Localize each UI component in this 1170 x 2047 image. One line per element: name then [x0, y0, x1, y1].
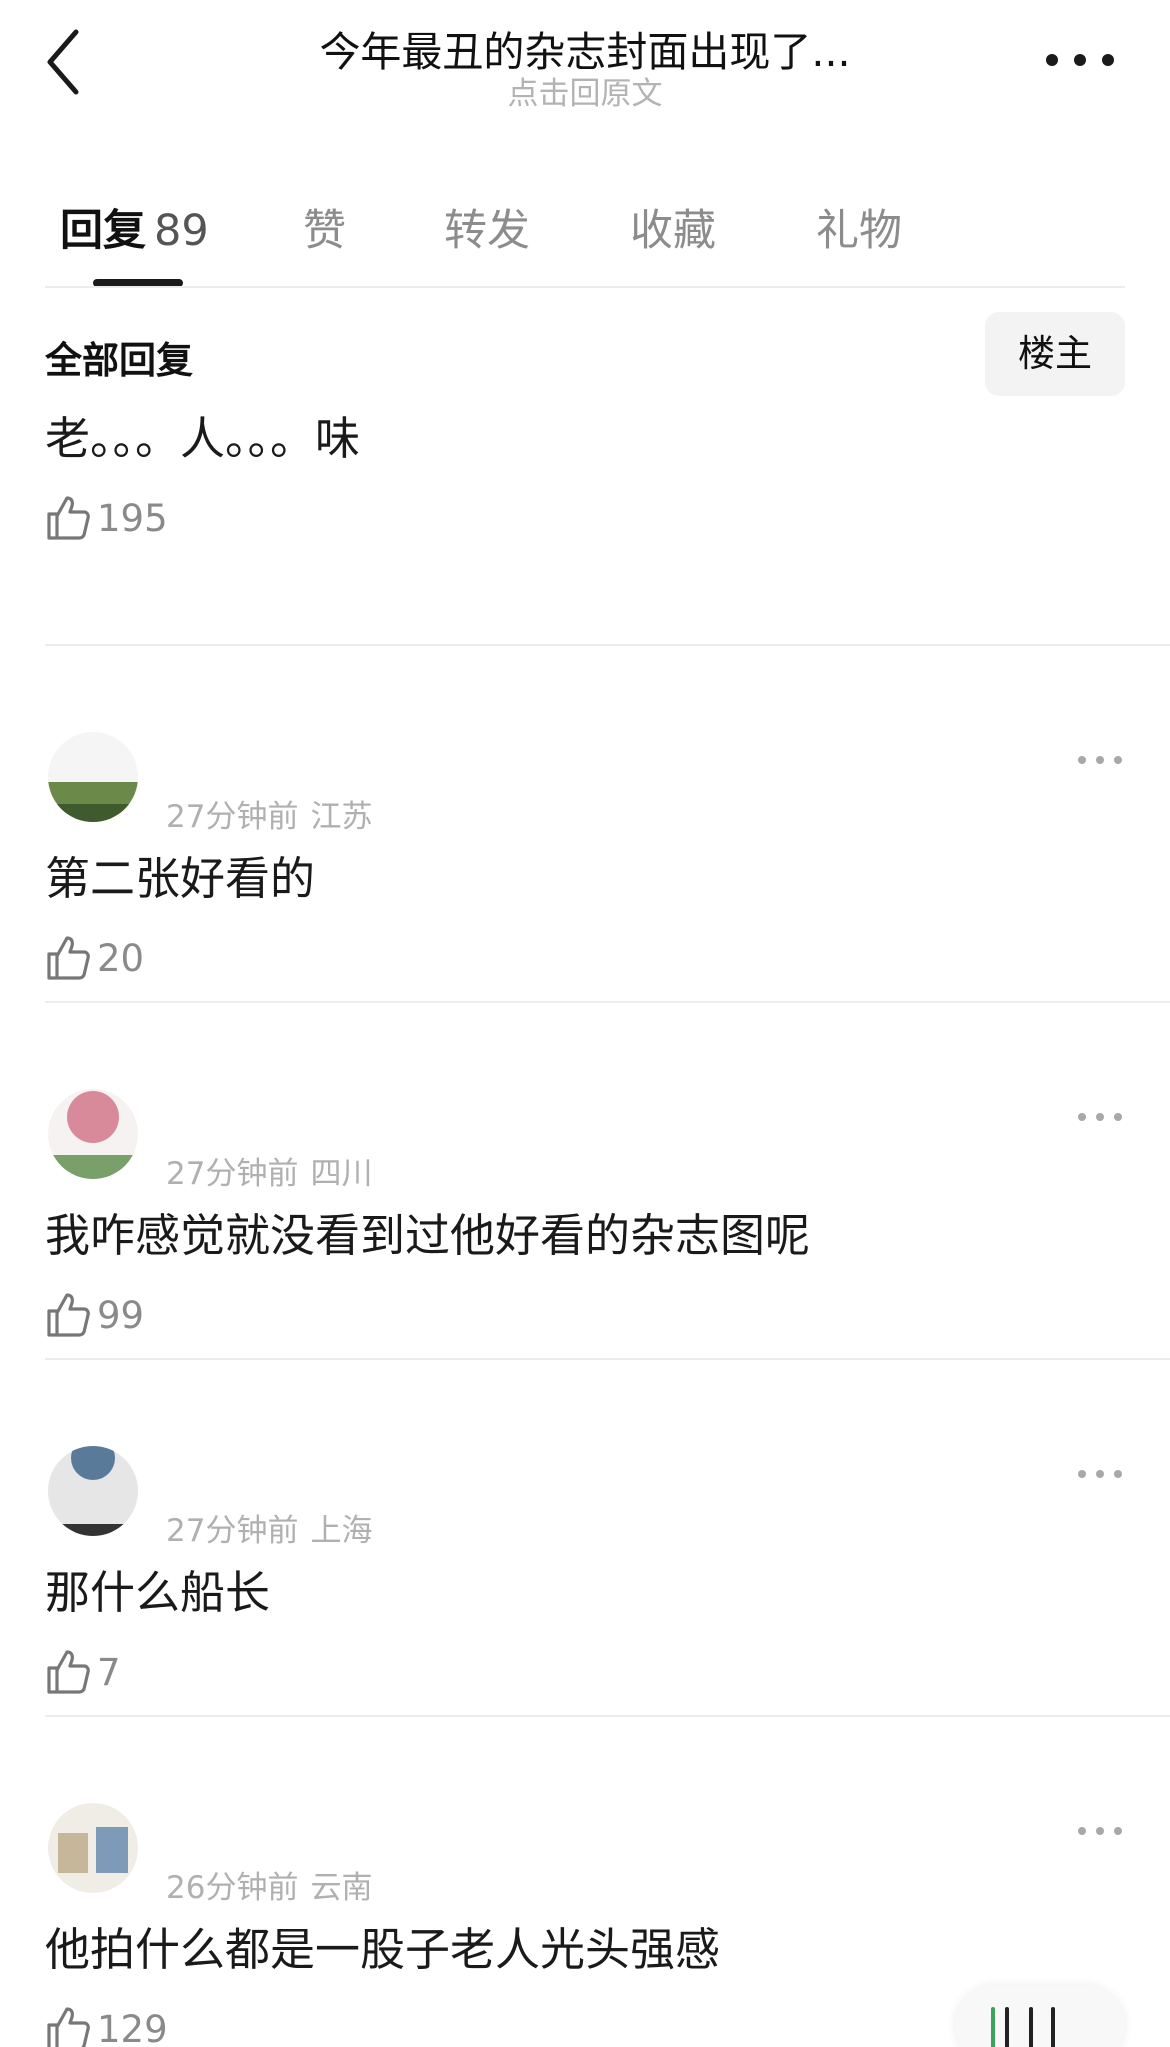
all-replies-heading: 全部回复	[45, 339, 193, 382]
tabs-divider	[45, 286, 1125, 288]
comment-location: 云南	[310, 1870, 373, 1906]
comment-list: 老。。。人。。。味 195 27分钟前 江苏 第二张好看的 20 27分钟前 四…	[0, 410, 1170, 2047]
tab-reposts[interactable]: 转发	[444, 196, 530, 258]
comment-text: 他拍什么都是一股子老人光头强感	[45, 1923, 721, 1976]
thumbs-up-icon	[47, 1650, 90, 1694]
like-count: 20	[97, 936, 145, 980]
avatar[interactable]	[48, 1089, 138, 1179]
back-button[interactable]	[40, 26, 92, 98]
comment-time: 27分钟前	[166, 1156, 299, 1192]
comment-more-button[interactable]	[1076, 1819, 1124, 1843]
comment-meta: 27分钟前 四川	[166, 1148, 372, 1193]
avatar[interactable]	[48, 1803, 138, 1893]
comment-location: 江苏	[310, 799, 373, 835]
avatar-image	[48, 1803, 138, 1893]
comment-divider	[45, 1001, 1170, 1003]
comment-item: 27分钟前 上海 那什么船长 7	[0, 1358, 1170, 1714]
tab-likes[interactable]: 赞	[303, 196, 346, 258]
thumbs-up-icon	[47, 1293, 90, 1337]
comment-meta: 26分钟前 云南	[166, 1862, 372, 1907]
comment-text: 我咋感觉就没看到过他好看的杂志图呢	[45, 1209, 811, 1262]
reply-page: 今年最丑的杂志封面出现了... 点击回原文 回复 89 赞 转发 收藏 礼物 全部…	[0, 0, 1170, 2047]
like-count: 7	[97, 1650, 121, 1694]
like-count: 195	[97, 496, 168, 540]
tab-replies[interactable]: 回复 89	[60, 196, 209, 258]
comment-location: 上海	[310, 1513, 373, 1549]
thumbs-up-icon	[47, 936, 90, 980]
comment-location: 四川	[310, 1156, 373, 1192]
comment-text: 那什么船长	[45, 1566, 271, 1619]
comment-time: 27分钟前	[166, 1513, 299, 1549]
fab-bar	[1051, 2007, 1055, 2047]
like-count: 129	[97, 2007, 168, 2047]
like-button[interactable]: 195	[45, 490, 168, 546]
more-button[interactable]	[1040, 40, 1120, 80]
like-button[interactable]: 129	[45, 2001, 168, 2047]
tab-bar: 回复 89 赞 转发 收藏 礼物	[0, 180, 1170, 290]
comment-text: 老。。。人。。。味	[45, 412, 361, 465]
back-to-original-link[interactable]: 点击回原文	[150, 68, 1020, 113]
avatar-image	[48, 732, 138, 822]
comment-more-button[interactable]	[1076, 748, 1124, 772]
thumbs-up-icon	[47, 496, 90, 540]
avatar[interactable]	[48, 1446, 138, 1536]
chevron-left-icon	[47, 29, 79, 95]
comment-item: 27分钟前 江苏 第二张好看的 20	[0, 644, 1170, 1000]
comment-divider	[45, 644, 1170, 646]
thumbs-up-icon	[47, 2007, 90, 2047]
op-only-filter-button[interactable]: 楼主	[985, 312, 1125, 396]
comment-divider	[45, 1358, 1170, 1360]
avatar[interactable]	[48, 732, 138, 822]
comment-meta: 27分钟前 上海	[166, 1505, 372, 1550]
comment-more-button[interactable]	[1076, 1462, 1124, 1486]
more-horizontal-icon	[1078, 1113, 1122, 1121]
comment-divider	[45, 1715, 1170, 1717]
fab-bar	[1029, 2007, 1033, 2047]
comment-time: 26分钟前	[166, 1870, 299, 1906]
tab-gifts[interactable]: 礼物	[816, 196, 902, 258]
fab-bar	[1005, 2007, 1009, 2047]
avatar-image	[48, 1089, 138, 1179]
comment-item: 老。。。人。。。味 195	[0, 410, 1170, 560]
more-horizontal-icon	[1078, 756, 1122, 764]
more-horizontal-icon	[1078, 1470, 1122, 1478]
like-button[interactable]: 7	[45, 1644, 121, 1700]
like-count: 99	[97, 1293, 145, 1337]
top-bar: 今年最丑的杂志封面出现了... 点击回原文	[0, 0, 1170, 120]
floating-reply-button[interactable]	[955, 1985, 1125, 2047]
more-horizontal-icon	[1078, 1827, 1122, 1835]
comment-text: 第二张好看的	[45, 852, 316, 905]
fab-bar	[991, 2007, 995, 2047]
more-horizontal-icon	[1046, 54, 1114, 66]
comment-meta: 27分钟前 江苏	[166, 791, 372, 836]
avatar-image	[48, 1446, 138, 1536]
comment-item: 27分钟前 四川 我咋感觉就没看到过他好看的杂志图呢 99	[0, 1001, 1170, 1357]
tab-replies-count: 89	[154, 206, 209, 256]
comment-time: 27分钟前	[166, 799, 299, 835]
tab-replies-label: 回复	[60, 206, 146, 256]
comment-more-button[interactable]	[1076, 1105, 1124, 1129]
tab-favorites[interactable]: 收藏	[630, 196, 716, 258]
like-button[interactable]: 20	[45, 930, 144, 986]
like-button[interactable]: 99	[45, 1287, 144, 1343]
